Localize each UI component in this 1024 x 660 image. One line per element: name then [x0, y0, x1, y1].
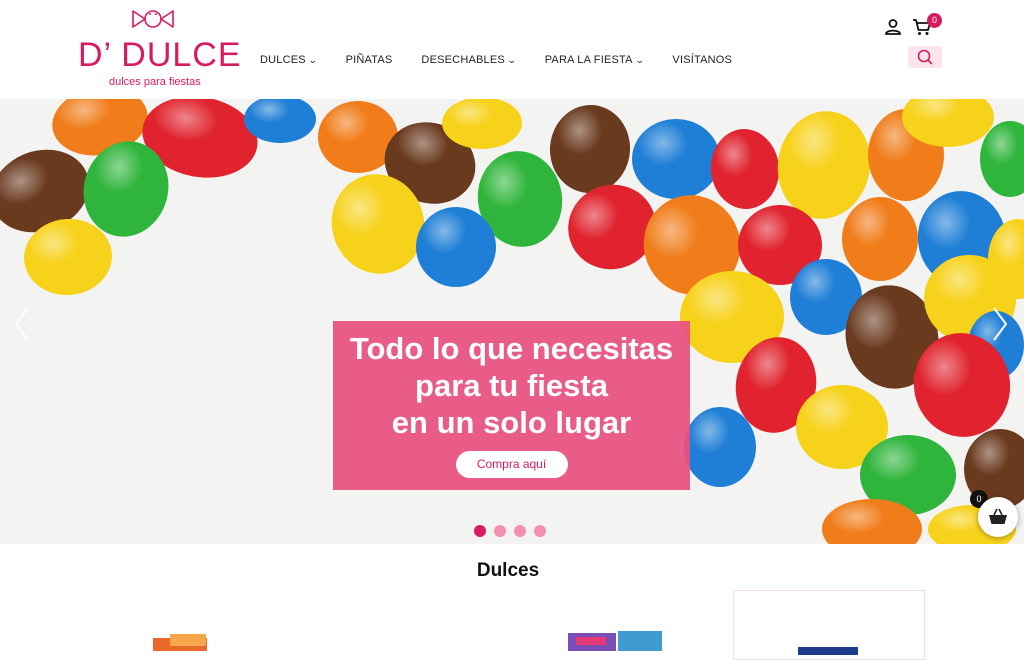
candy-highlight: [842, 197, 918, 281]
candy-highlight: [416, 207, 496, 287]
candy-icon: [132, 10, 174, 28]
user-icon[interactable]: [884, 18, 902, 36]
search-icon: [917, 49, 933, 65]
slider-dot[interactable]: [514, 525, 526, 537]
logo-tagline: dulces para fiestas: [109, 76, 201, 88]
nav-item-dulces[interactable]: DULCES ⌄: [260, 54, 317, 66]
slider-prev-arrow-icon[interactable]: [12, 304, 32, 344]
product-image: [798, 647, 858, 655]
floating-basket-button[interactable]: [978, 497, 1018, 537]
nav-label: VISÍTANOS: [672, 54, 733, 66]
search-button[interactable]: [908, 46, 942, 68]
nav-item-visitanos[interactable]: VISÍTANOS: [672, 54, 732, 66]
product-card[interactable]: [733, 590, 925, 660]
promo-line-3: en un solo lugar: [391, 405, 632, 440]
hero-slider: Todo lo que necesitas para tu fiesta en …: [0, 99, 1024, 544]
candy-highlight: [549, 105, 631, 193]
product-image[interactable]: [150, 632, 210, 651]
section-title: Dulces: [476, 560, 540, 581]
candy-highlight: [632, 119, 720, 199]
cart-count-badge: 0: [927, 13, 942, 28]
promo-line-2: para tu fiesta: [415, 368, 608, 403]
slider-dots: [474, 525, 554, 537]
nav-item-para-la-fiesta[interactable]: PARA LA FIESTA ⌄: [544, 54, 645, 66]
nav-item-desechables[interactable]: DESECHABLES ⌄: [421, 54, 517, 66]
basket-icon: [989, 508, 1007, 524]
site-logo[interactable]: D’ DULCE dulces para fiestas: [78, 6, 241, 90]
candy-highlight: [442, 99, 522, 149]
shop-now-button[interactable]: Compra aquí: [455, 451, 568, 478]
candy-highlight: [684, 407, 756, 487]
chevron-down-icon: ⌄: [506, 54, 517, 65]
chevron-down-icon: ⌄: [634, 54, 645, 65]
promo-line-1: Todo lo que necesitas: [349, 331, 674, 366]
nav-label: PIÑATAS: [345, 54, 393, 66]
promo-banner: Todo lo que necesitas para tu fiesta en …: [333, 321, 690, 490]
product-image[interactable]: [566, 630, 666, 651]
nav-label: DULCES: [260, 54, 306, 66]
slider-dot[interactable]: [494, 525, 506, 537]
nav-label: DESECHABLES: [421, 54, 505, 66]
nav-label: PARA LA FIESTA: [544, 54, 633, 66]
slider-dot[interactable]: [534, 525, 546, 537]
slider-next-arrow-icon[interactable]: [990, 304, 1010, 344]
nav-item-pinatas[interactable]: PIÑATAS: [346, 54, 393, 66]
logo-title: D’ DULCE: [78, 36, 242, 74]
main-nav: DULCES ⌄ PIÑATAS DESECHABLES ⌄ PARA LA F…: [260, 54, 761, 66]
candy-highlight: [710, 129, 780, 209]
site-header: D’ DULCE dulces para fiestas DULCES ⌄ PI…: [0, 0, 1024, 99]
chevron-down-icon: ⌄: [307, 54, 318, 65]
slider-dot[interactable]: [474, 525, 486, 537]
